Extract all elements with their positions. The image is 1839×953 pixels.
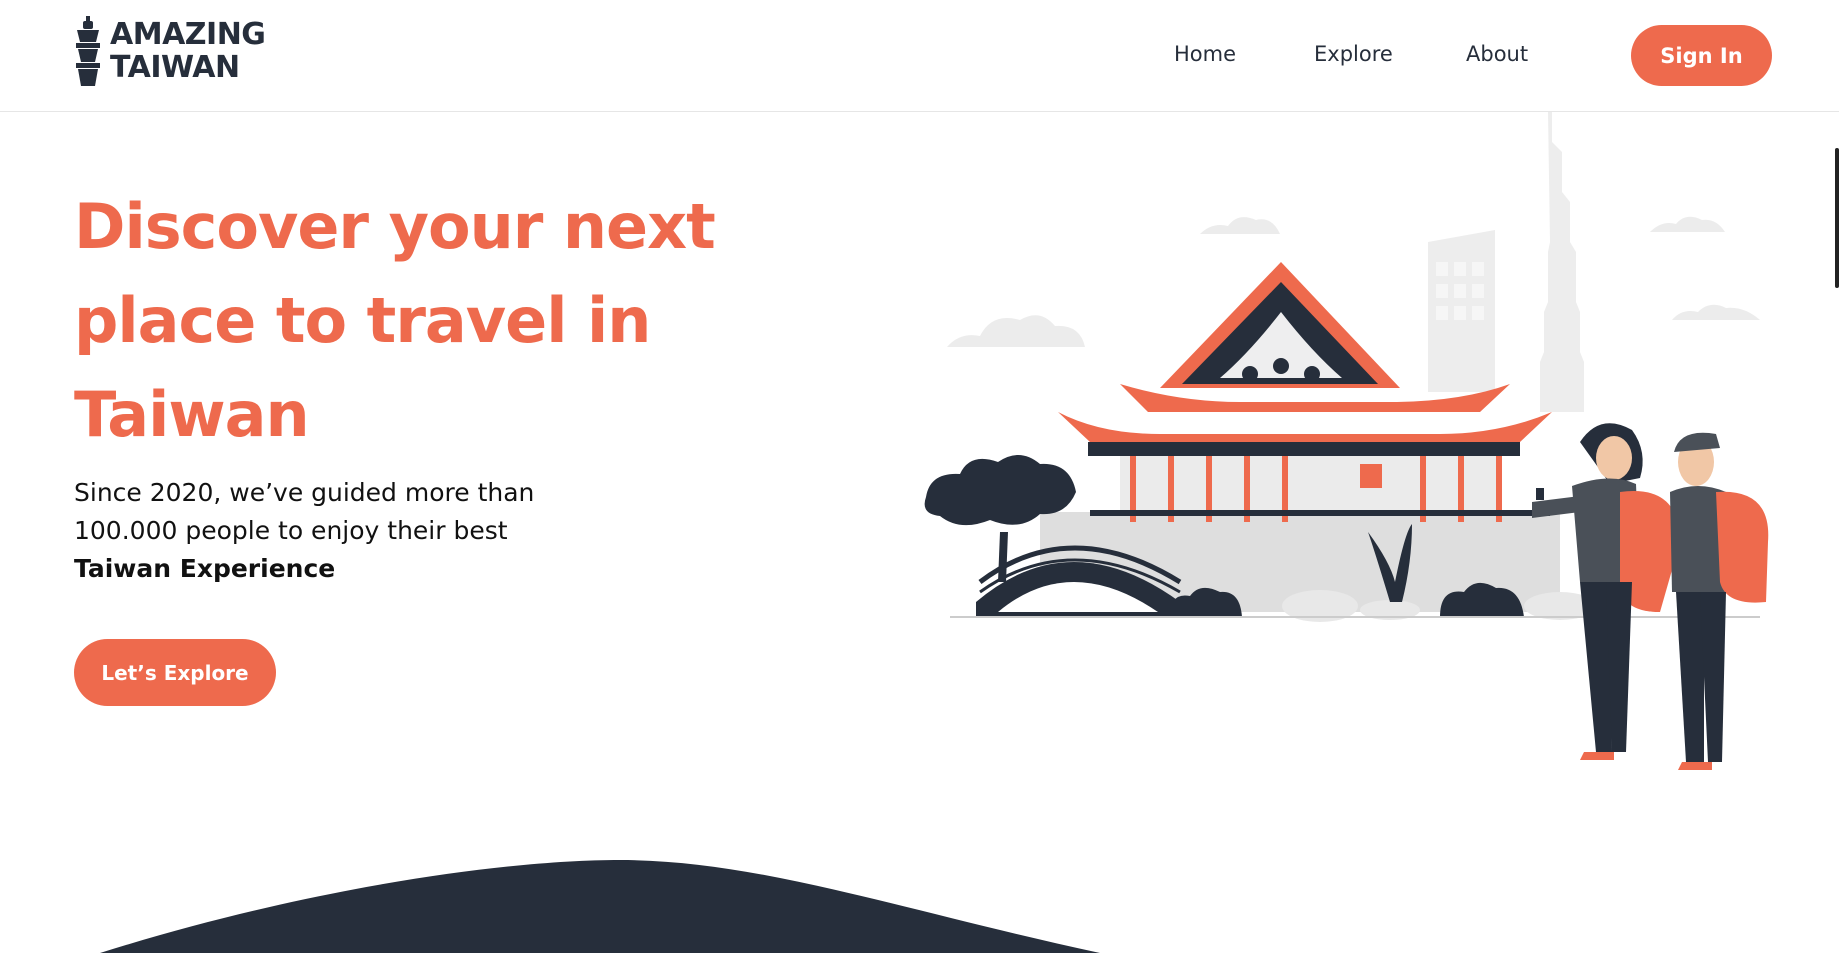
hero-subtitle-lead: Since 2020, we’ve guided more than 100.0… xyxy=(74,478,535,545)
brand-logo[interactable]: AMAZING TAIWAN xyxy=(74,16,274,88)
cloud-shapes xyxy=(947,216,1760,347)
nav-link-explore[interactable]: Explore xyxy=(1314,42,1393,66)
lets-explore-button[interactable]: Let’s Explore xyxy=(74,639,276,706)
brand-name-line2: TAIWAN xyxy=(110,50,240,85)
nav-link-home[interactable]: Home xyxy=(1174,42,1236,66)
scrollbar-thumb[interactable] xyxy=(1835,148,1839,288)
temple-lower-roof xyxy=(1058,412,1552,442)
sign-in-button[interactable]: Sign In xyxy=(1631,25,1772,86)
traveler-man-figure xyxy=(1670,432,1769,770)
brand-name: AMAZING TAIWAN xyxy=(110,17,266,85)
temple-with-travelers-illustration xyxy=(924,112,1769,770)
hero-subtitle: Since 2020, we’ve guided more than 100.0… xyxy=(74,474,594,588)
navbar: AMAZING TAIWAN Home Explore About Sign I… xyxy=(0,0,1839,112)
brand-name-line1: AMAZING xyxy=(110,17,266,52)
hero-subtitle-emphasis: Taiwan Experience xyxy=(74,554,336,583)
bottom-wave-decoration xyxy=(100,860,1100,953)
hero-title: Discover your next place to travel in Ta… xyxy=(74,190,716,451)
city-buildings xyxy=(1428,112,1584,412)
taipei-101-tower-icon xyxy=(76,16,100,86)
nav-link-about[interactable]: About xyxy=(1466,42,1528,66)
